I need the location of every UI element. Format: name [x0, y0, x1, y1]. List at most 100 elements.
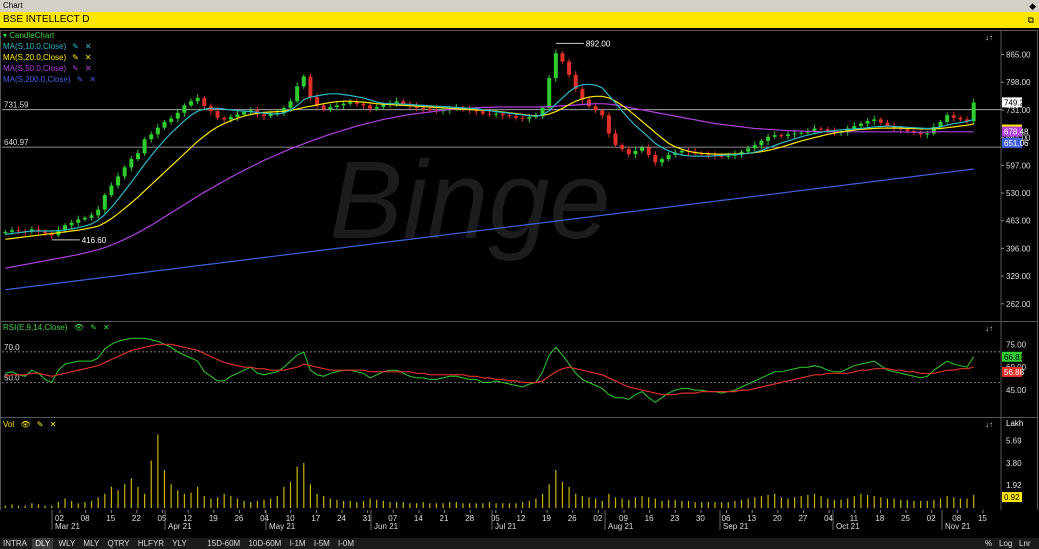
rsi-tick-label: 75.00 — [1006, 340, 1027, 349]
candle-body — [746, 148, 751, 152]
rsi-level-label: 70.0 — [4, 343, 20, 352]
candle-body — [43, 231, 48, 234]
candle-body — [819, 128, 824, 130]
restore-icon[interactable]: ⧉ — [1028, 12, 1034, 28]
vol-tick-label: 5.69 — [1006, 437, 1022, 446]
x-month-label: Jun 21 — [374, 522, 399, 531]
close-icon[interactable]: ✕ — [89, 75, 96, 84]
candle-body — [3, 231, 8, 234]
close-icon[interactable]: ✕ — [85, 42, 92, 51]
window-menu-icon[interactable]: ◆ — [1029, 0, 1036, 12]
pencil-icon[interactable]: ✎ — [37, 420, 44, 429]
pencil-icon[interactable]: ✎ — [72, 64, 79, 73]
candle-body — [162, 121, 167, 128]
vol-legend-label[interactable]: Vol — [3, 420, 14, 429]
close-icon[interactable]: ✕ — [85, 64, 92, 73]
candle-body — [766, 136, 771, 141]
x-month-label: Apr 21 — [168, 522, 192, 531]
rsi-legend: RSI(E,9,14,Close) 👁 ✎ ✕ — [3, 323, 110, 332]
scale-log[interactable]: Log — [996, 538, 1015, 549]
candle-body — [586, 99, 591, 107]
x-day-label: 15 — [978, 514, 987, 523]
intraday-10d-60m[interactable]: 10D-60M — [245, 538, 284, 549]
x-day-label: 26 — [234, 514, 243, 523]
close-icon[interactable]: ✕ — [50, 420, 57, 429]
period-hlfyr[interactable]: HLFYR — [135, 538, 167, 549]
candle-body — [328, 107, 333, 110]
x-day-label: 26 — [568, 514, 577, 523]
scale-percent[interactable]: % — [982, 538, 995, 549]
candle-body — [878, 119, 883, 123]
candle-legend-label[interactable]: CandleChart — [9, 31, 54, 40]
ma20-legend[interactable]: MA(S,20.0,Close) — [3, 53, 66, 62]
pencil-icon[interactable]: ✎ — [72, 53, 79, 62]
vol-unit-label: Lakh — [1006, 419, 1024, 428]
price-tick-label: 798.00 — [1006, 78, 1031, 87]
period-wly[interactable]: WLY — [55, 538, 78, 549]
x-month-label: May 21 — [269, 522, 296, 531]
candle-body — [593, 106, 598, 111]
close-icon[interactable]: ✕ — [103, 323, 110, 332]
x-day-label: 15 — [106, 514, 115, 523]
candle-body — [235, 114, 240, 117]
rsi-tag: 66.81 — [1004, 353, 1025, 362]
pencil-icon[interactable]: ✎ — [72, 42, 79, 51]
candle-body — [799, 132, 804, 134]
candle-body — [76, 219, 81, 223]
period-bar: INTRA DLY WLY MLY QTRY HLFYR YLY 15D-60M… — [0, 538, 1039, 549]
x-day-label: 23 — [670, 514, 679, 523]
ma50-tag: 678.48 — [1004, 128, 1029, 137]
candle-body — [401, 101, 406, 104]
period-mly[interactable]: MLY — [80, 538, 102, 549]
candle-body — [971, 102, 976, 122]
pencil-icon[interactable]: ✎ — [77, 75, 84, 84]
candle-body — [772, 135, 777, 137]
candle-body — [812, 128, 817, 131]
eye-icon[interactable]: 👁 — [20, 420, 30, 429]
x-day-label: 13 — [747, 514, 756, 523]
pencil-icon[interactable]: ✎ — [90, 323, 97, 332]
pane-frame — [0, 417, 1038, 511]
x-day-label: 14 — [414, 514, 423, 523]
intraday-i-1m[interactable]: I-1M — [287, 538, 309, 549]
candle-body — [142, 139, 147, 154]
candle-body — [779, 135, 784, 137]
ma50-legend[interactable]: MA(S,50.0,Close) — [3, 64, 66, 73]
x-day-label: 19 — [542, 514, 551, 523]
scale-linear[interactable]: Lnr — [1016, 538, 1034, 549]
candle-body — [321, 105, 326, 110]
candle-body — [427, 108, 432, 111]
intraday-15d-60m[interactable]: 15D-60M — [204, 538, 243, 549]
candle-body — [288, 101, 293, 108]
candle-body — [308, 76, 313, 98]
ma200-legend[interactable]: MA(S,200.0,Close) — [3, 75, 71, 84]
candle-body — [129, 159, 134, 168]
intraday-i-5m[interactable]: I-5M — [311, 538, 333, 549]
x-day-label: 04 — [824, 514, 833, 523]
x-day-label: 16 — [645, 514, 654, 523]
pane-arrows-icon: ↓↑ — [985, 33, 993, 42]
chart-canvas[interactable]: Binge731.59640.97865.00798.00731.00664.0… — [0, 28, 1039, 538]
candle-body — [666, 154, 671, 160]
period-qtry[interactable]: QTRY — [105, 538, 133, 549]
rsi-legend-label[interactable]: RSI(E,9,14,Close) — [3, 323, 67, 332]
period-intra[interactable]: INTRA — [0, 538, 30, 549]
candle-body — [600, 110, 605, 116]
candle-body — [958, 117, 963, 120]
candle-body — [606, 115, 611, 134]
period-dly[interactable]: DLY — [32, 538, 54, 549]
close-icon[interactable]: ✕ — [85, 53, 92, 62]
ma10-legend[interactable]: MA(S,10.0,Close) — [3, 42, 66, 51]
eye-icon[interactable]: 👁 — [74, 323, 84, 332]
candle-body — [16, 230, 21, 232]
candle-body — [341, 103, 346, 106]
candle-body — [202, 97, 207, 107]
symbol-title: BSE INTELLECT D — [3, 14, 90, 25]
intraday-i-0m[interactable]: I-0M — [335, 538, 357, 549]
candle-body — [905, 129, 910, 131]
candle-body — [102, 195, 107, 210]
period-yly[interactable]: YLY — [169, 538, 190, 549]
candle-body — [89, 215, 94, 218]
vol-tick-label: 3.80 — [1006, 459, 1022, 468]
x-day-label: 12 — [516, 514, 525, 523]
